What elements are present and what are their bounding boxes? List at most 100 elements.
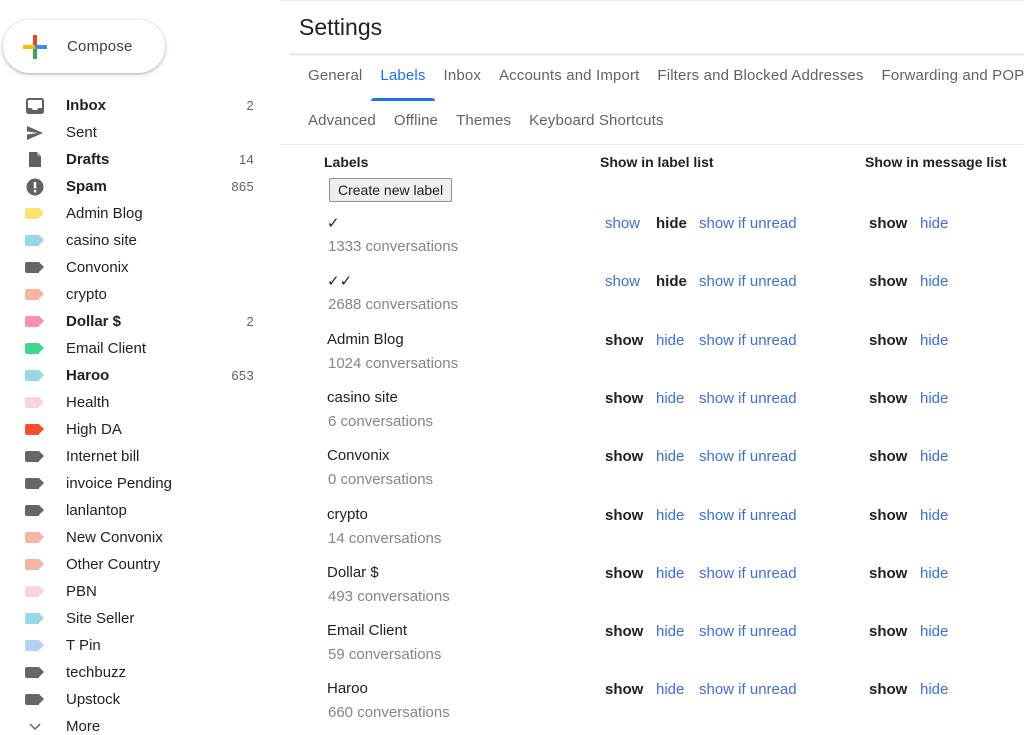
conversation-count: 6 conversations [328, 412, 434, 430]
label-list-show-if-unread-option[interactable]: show if unread [699, 507, 797, 524]
label-list-hide-option[interactable]: hide [656, 565, 684, 582]
label-list-show-if-unread-option[interactable]: show if unread [699, 623, 797, 640]
tab-keyboard-shortcuts[interactable]: Keyboard Shortcuts [529, 112, 663, 129]
label-list-show-if-unread-option[interactable]: show if unread [699, 448, 797, 465]
label-list-hide-option[interactable]: hide [656, 273, 687, 290]
label-icon [25, 205, 45, 222]
label-list-show-option[interactable]: show [605, 273, 640, 290]
label-list-hide-option[interactable]: hide [656, 623, 684, 640]
sidebar-item-convonix[interactable]: Convonix [0, 254, 270, 281]
message-list-hide-option[interactable]: hide [920, 215, 948, 232]
label-list-hide-option[interactable]: hide [656, 390, 684, 407]
sidebar-item-email-client[interactable]: Email Client [0, 335, 270, 362]
label-row: Email Client 59 conversations show hide show… [280, 622, 1024, 680]
sidebar-item-crypto[interactable]: crypto [0, 281, 270, 308]
label-list-show-option[interactable]: show [605, 507, 643, 524]
tab-themes[interactable]: Themes [456, 112, 511, 129]
tab-inbox[interactable]: Inbox [444, 67, 481, 84]
message-list-hide-option[interactable]: hide [920, 507, 948, 524]
sidebar-item-label: techbuzz [66, 664, 127, 681]
label-name: ✓ [327, 215, 340, 232]
top-divider [280, 0, 1024, 1]
sidebar-item-site-seller[interactable]: Site Seller [0, 605, 270, 632]
message-list-show-option[interactable]: show [869, 390, 907, 407]
message-list-show-option[interactable]: show [869, 448, 907, 465]
message-list-hide-option[interactable]: hide [920, 565, 948, 582]
sidebar-item-pbn[interactable]: PBN [0, 578, 270, 605]
message-list-show-option[interactable]: show [869, 332, 907, 349]
sidebar-item-health[interactable]: Health [0, 389, 270, 416]
sidebar-item-label: casino site [66, 232, 137, 249]
label-list-show-if-unread-option[interactable]: show if unread [699, 681, 797, 698]
label-list-show-option[interactable]: show [605, 448, 643, 465]
message-list-hide-option[interactable]: hide [920, 332, 948, 349]
sidebar-item-t-pin[interactable]: T Pin [0, 632, 270, 659]
label-list-show-option[interactable]: show [605, 215, 640, 232]
label-icon [25, 367, 45, 384]
message-list-show-option[interactable]: show [869, 681, 907, 698]
message-list-show-option[interactable]: show [869, 623, 907, 640]
label-list-show-option[interactable]: show [605, 623, 643, 640]
sidebar-item-admin-blog[interactable]: Admin Blog [0, 200, 270, 227]
label-icon [25, 394, 45, 411]
label-list-show-option[interactable]: show [605, 681, 643, 698]
sidebar-item-haroo[interactable]: Haroo 653 [0, 362, 270, 389]
sidebar-item-dollar[interactable]: Dollar $ 2 [0, 308, 270, 335]
label-icon [25, 259, 45, 276]
message-list-hide-option[interactable]: hide [920, 273, 948, 290]
message-list-hide-option[interactable]: hide [920, 623, 948, 640]
sidebar-item-inbox[interactable]: Inbox 2 [0, 92, 270, 119]
label-name: ✓✓ [327, 273, 353, 291]
label-list-hide-option[interactable]: hide [656, 507, 684, 524]
label-list-hide-option[interactable]: hide [656, 448, 684, 465]
sidebar-item-other-country[interactable]: Other Country [0, 551, 270, 578]
message-list-show-option[interactable]: show [869, 215, 907, 232]
sidebar-item-techbuzz[interactable]: techbuzz [0, 659, 270, 686]
label-list-show-option[interactable]: show [605, 390, 643, 407]
label-list-show-if-unread-option[interactable]: show if unread [699, 332, 797, 349]
tab-offline[interactable]: Offline [394, 112, 438, 129]
sidebar-item-more[interactable]: More [0, 713, 270, 735]
create-new-label-button[interactable]: Create new label [329, 178, 453, 202]
tab-filters-and-blocked-addresses[interactable]: Filters and Blocked Addresses [657, 67, 863, 84]
sidebar-item-internet-bill[interactable]: Internet bill [0, 443, 270, 470]
label-list-show-option[interactable]: show [605, 332, 643, 349]
message-list-hide-option[interactable]: hide [920, 681, 948, 698]
label-list-hide-option[interactable]: hide [656, 215, 687, 232]
message-list-hide-option[interactable]: hide [920, 448, 948, 465]
label-row: Admin Blog 1024 conversations show hide show… [280, 331, 1024, 389]
sidebar-item-sent[interactable]: Sent [0, 119, 270, 146]
tab-forwarding-and-pop-imap[interactable]: Forwarding and POP/IMAP [882, 67, 1024, 84]
sidebar-item-count: 2 [246, 98, 254, 113]
message-list-show-option[interactable]: show [869, 273, 907, 290]
label-list-hide-option[interactable]: hide [656, 332, 684, 349]
conversation-count: 2688 conversations [328, 296, 459, 314]
message-list-show-option[interactable]: show [869, 565, 907, 582]
label-name: Haroo [327, 680, 368, 698]
tab-labels[interactable]: Labels [371, 67, 435, 101]
tab-general[interactable]: General [308, 67, 362, 84]
sidebar-item-upstock[interactable]: Upstock [0, 686, 270, 713]
sidebar-item-label: Admin Blog [66, 205, 143, 222]
label-list-show-if-unread-option[interactable]: show if unread [699, 215, 797, 232]
compose-button[interactable]: Compose [3, 20, 165, 73]
tab-accounts-and-import[interactable]: Accounts and Import [499, 67, 639, 84]
label-list-hide-option[interactable]: hide [656, 681, 684, 698]
sidebar-item-new-convonix[interactable]: New Convonix [0, 524, 270, 551]
label-list-show-if-unread-option[interactable]: show if unread [699, 390, 797, 407]
sidebar-item-casino-site[interactable]: casino site [0, 227, 270, 254]
tab-advanced[interactable]: Advanced [308, 112, 376, 129]
sidebar-item-invoice-pending[interactable]: invoice Pending [0, 470, 270, 497]
label-icon [25, 313, 45, 330]
sidebar-item-spam[interactable]: Spam 865 [0, 173, 270, 200]
label-list-show-if-unread-option[interactable]: show if unread [699, 565, 797, 582]
label-list-show-if-unread-option[interactable]: show if unread [699, 273, 797, 290]
sidebar-item-drafts[interactable]: Drafts 14 [0, 146, 270, 173]
sidebar-item-lanlantop[interactable]: lanlantop [0, 497, 270, 524]
label-list-show-option[interactable]: show [605, 565, 643, 582]
sidebar: Compose Inbox 2 Sent Drafts 14 Spam 865 Admin B… [0, 0, 280, 735]
sidebar-item-high-da[interactable]: High DA [0, 416, 270, 443]
message-list-show-option[interactable]: show [869, 507, 907, 524]
sidebar-item-label: lanlantop [66, 502, 127, 519]
message-list-hide-option[interactable]: hide [920, 390, 948, 407]
